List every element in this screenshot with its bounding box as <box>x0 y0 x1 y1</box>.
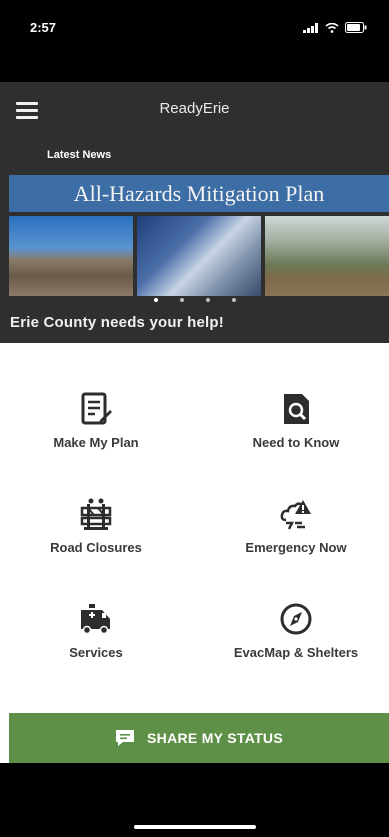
share-my-status-label: SHARE MY STATUS <box>147 730 283 746</box>
road-barrier-icon <box>80 498 112 530</box>
status-icons <box>303 22 367 33</box>
weather-alert-icon <box>280 500 311 530</box>
status-time: 2:57 <box>30 20 57 35</box>
news-photo-cleanup <box>265 216 389 296</box>
compass-icon <box>280 603 312 635</box>
make-my-plan-label: Make My Plan <box>53 435 139 450</box>
spacer <box>0 684 389 713</box>
app-bar: ReadyErie <box>0 82 389 138</box>
evacmap-shelters-label: EvacMap & Shelters <box>233 645 359 660</box>
news-banner-title: All-Hazards Mitigation Plan <box>9 175 389 212</box>
home-indicator[interactable] <box>134 825 256 829</box>
services-label: Services <box>69 645 123 660</box>
news-photo-storm <box>137 216 261 296</box>
need-to-know-label: Need to Know <box>252 435 340 450</box>
news-section-label: Latest News <box>47 149 112 161</box>
status-bar: 2:57 <box>0 0 389 82</box>
ambulance-icon <box>81 604 110 635</box>
app-title: ReadyErie <box>159 100 230 117</box>
main-menu-grid: Make My Plan Need to Know Road Closures … <box>0 343 389 684</box>
news-photos <box>9 216 389 296</box>
share-my-status-button[interactable]: SHARE MY STATUS <box>9 713 389 763</box>
checklist-icon <box>81 392 112 425</box>
spacer <box>0 713 9 763</box>
bottom-safe-area <box>0 763 389 837</box>
news-photo-flood <box>9 216 133 296</box>
carousel-dot[interactable] <box>231 298 236 302</box>
carousel-dot[interactable] <box>179 298 184 302</box>
emergency-now-button[interactable]: Emergency Now <box>206 496 386 555</box>
carousel-dots <box>0 298 389 302</box>
chat-bubble-icon <box>116 730 135 746</box>
news-carousel[interactable]: Latest News All-Hazards Mitigation Plan … <box>0 138 389 343</box>
battery-icon <box>345 22 367 33</box>
carousel-dot[interactable] <box>205 298 210 302</box>
make-my-plan-button[interactable]: Make My Plan <box>6 391 186 450</box>
emergency-now-label: Emergency Now <box>245 540 347 555</box>
search-document-icon <box>284 394 309 424</box>
need-to-know-button[interactable]: Need to Know <box>206 391 386 450</box>
services-button[interactable]: Services <box>6 601 186 660</box>
app-screen: 2:57 ReadyErie Latest News All-Hazards M… <box>0 0 389 837</box>
wifi-icon <box>325 22 339 33</box>
news-caption: Erie County needs your help! <box>10 314 224 331</box>
road-closures-label: Road Closures <box>50 540 142 555</box>
road-closures-button[interactable]: Road Closures <box>6 496 186 555</box>
carousel-dot[interactable] <box>153 298 158 302</box>
evacmap-shelters-button[interactable]: EvacMap & Shelters <box>206 601 386 660</box>
signal-icon <box>303 22 318 33</box>
